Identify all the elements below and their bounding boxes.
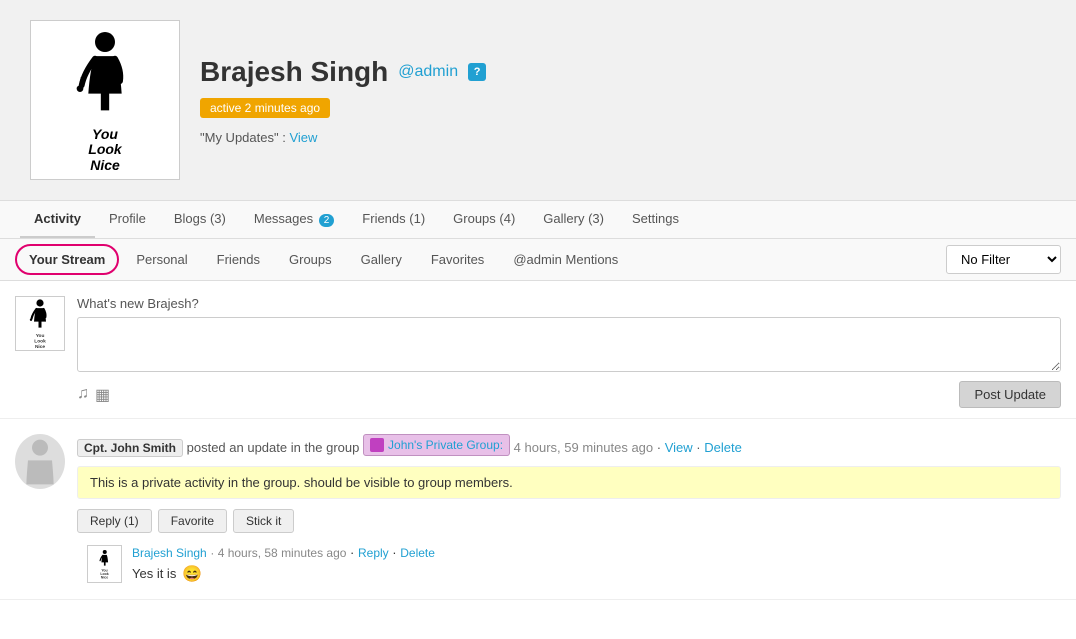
group-link[interactable]: John's Private Group: (388, 436, 503, 454)
activity-header: Cpt. John Smith posted an update in the … (77, 434, 1061, 458)
reply-text: Yes it is 😄 (132, 564, 1061, 584)
activity-item: Cpt. John Smith posted an update in the … (0, 419, 1076, 600)
reply-delete-link[interactable]: Delete (400, 546, 435, 560)
reply-link[interactable]: Reply (358, 546, 389, 560)
my-updates: "My Updates" : View (200, 130, 1046, 145)
reply-silhouette-icon (96, 548, 114, 568)
activity-avatar (15, 434, 65, 489)
post-label: What's new Brajesh? (77, 296, 1061, 311)
reply-content: Brajesh Singh · 4 hours, 58 minutes ago … (132, 545, 1061, 584)
nav-tabs: Activity Profile Blogs (3) Messages 2 Fr… (0, 201, 1076, 239)
subnav-gallery[interactable]: Gallery (349, 246, 414, 273)
activity-content: Cpt. John Smith posted an update in the … (77, 434, 1061, 584)
post-area: YouLookNice What's new Brajesh? ♫ ▦ Post… (0, 281, 1076, 419)
stream-subnav: Your Stream Personal Friends Groups Gall… (0, 239, 1076, 281)
group-icon (370, 438, 384, 452)
tab-friends[interactable]: Friends (1) (348, 201, 439, 238)
help-icon[interactable]: ? (468, 63, 486, 81)
view-link[interactable]: View (289, 130, 317, 145)
post-icons: ♫ ▦ (77, 385, 110, 405)
reply-avatar-text: YouLookNice (100, 568, 108, 579)
profile-info: Brajesh Singh @admin ? active 2 minutes … (200, 56, 1046, 145)
activity-view-link[interactable]: View (665, 440, 693, 455)
activity-delete-link[interactable]: Delete (704, 440, 742, 455)
activity-time: 4 hours, 59 minutes ago (514, 440, 653, 455)
reply-button[interactable]: Reply (1) (77, 509, 152, 533)
post-avatar-text: YouLookNice (34, 334, 45, 350)
active-badge: active 2 minutes ago (200, 98, 330, 118)
main-content: Your Stream Personal Friends Groups Gall… (0, 239, 1076, 639)
post-update-button[interactable]: Post Update (959, 381, 1061, 408)
reply-time: · 4 hours, 58 minutes ago (210, 546, 346, 560)
subnav-favorites[interactable]: Favorites (419, 246, 496, 273)
activity-username: Cpt. John Smith (77, 439, 183, 457)
post-avatar: YouLookNice (15, 296, 65, 351)
subnav-mentions[interactable]: @admin Mentions (501, 246, 630, 273)
tab-settings[interactable]: Settings (618, 201, 693, 238)
reply-avatar: YouLookNice (87, 545, 122, 583)
favorite-button[interactable]: Favorite (158, 509, 227, 533)
tab-gallery[interactable]: Gallery (3) (529, 201, 618, 238)
post-actions: ♫ ▦ Post Update (77, 381, 1061, 408)
activity-action-text: posted an update in the group (187, 440, 360, 455)
tab-messages[interactable]: Messages 2 (240, 201, 348, 238)
reply-header: Brajesh Singh · 4 hours, 58 minutes ago … (132, 545, 1061, 560)
group-tag: John's Private Group: (363, 434, 510, 456)
post-form: What's new Brajesh? ♫ ▦ Post Update (77, 296, 1061, 408)
post-textarea[interactable] (77, 317, 1061, 372)
profile-username: @admin (398, 63, 458, 81)
profile-display-name: Brajesh Singh (200, 56, 388, 88)
music-icon[interactable]: ♫ (77, 385, 89, 405)
you-look-nice-text: You Look Nice (88, 127, 121, 173)
stick-it-button[interactable]: Stick it (233, 509, 294, 533)
subnav-your-stream[interactable]: Your Stream (15, 244, 119, 275)
reply-username-link[interactable]: Brajesh Singh (132, 546, 207, 560)
activity-message: This is a private activity in the group.… (77, 466, 1061, 499)
tab-blogs[interactable]: Blogs (3) (160, 201, 240, 238)
subnav-groups[interactable]: Groups (277, 246, 344, 273)
activity-avatar-icon (20, 437, 60, 487)
reply-section: YouLookNice Brajesh Singh · 4 hours, 58 … (87, 545, 1061, 584)
post-silhouette-icon (25, 298, 55, 334)
filter-select[interactable]: No Filter All Members My Friends (946, 245, 1061, 274)
activity-buttons: Reply (1) Favorite Stick it (77, 509, 1061, 533)
tab-groups[interactable]: Groups (4) (439, 201, 529, 238)
silhouette-icon (65, 27, 145, 127)
profile-name-row: Brajesh Singh @admin ? (200, 56, 1046, 88)
table-icon[interactable]: ▦ (95, 385, 110, 405)
profile-avatar: You Look Nice (30, 20, 180, 180)
subnav-personal[interactable]: Personal (124, 246, 199, 273)
tab-activity[interactable]: Activity (20, 201, 95, 238)
tab-profile[interactable]: Profile (95, 201, 160, 238)
subnav-friends[interactable]: Friends (205, 246, 272, 273)
profile-header: You Look Nice Brajesh Singh @admin ? act… (0, 0, 1076, 201)
